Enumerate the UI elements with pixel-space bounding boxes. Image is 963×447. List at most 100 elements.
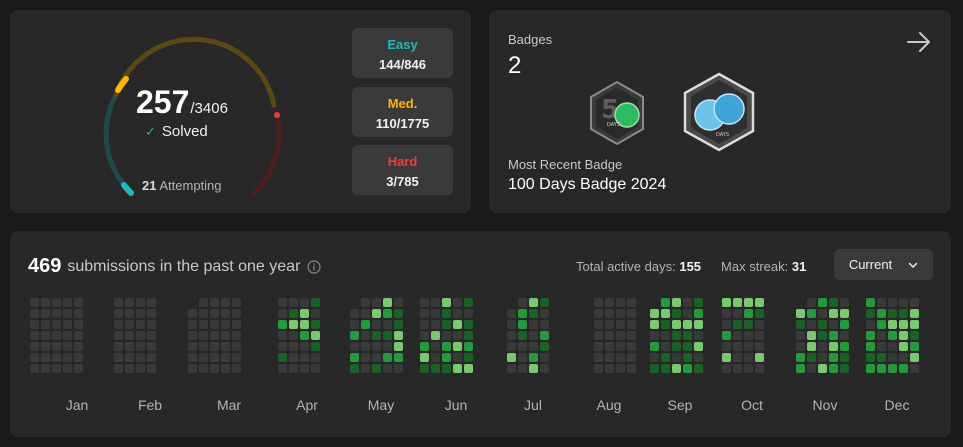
heatmap-cell[interactable] (125, 353, 134, 362)
heatmap-cell[interactable] (199, 353, 208, 362)
heatmap-cell[interactable] (694, 331, 703, 340)
heatmap-cell[interactable] (361, 342, 370, 351)
heatmap-cell[interactable] (877, 331, 886, 340)
heatmap-cell[interactable] (910, 353, 919, 362)
heatmap-cell[interactable] (136, 364, 145, 373)
heatmap-cell[interactable] (383, 331, 392, 340)
heatmap-cell[interactable] (877, 364, 886, 373)
heatmap-cell[interactable] (278, 320, 287, 329)
heatmap-cell[interactable] (41, 353, 50, 362)
heatmap-cell[interactable] (818, 298, 827, 307)
heatmap-cell[interactable] (594, 331, 603, 340)
heatmap-cell[interactable] (147, 309, 156, 318)
heatmap-cell[interactable] (221, 342, 230, 351)
heatmap-cell[interactable] (744, 298, 753, 307)
heatmap-cell[interactable] (210, 331, 219, 340)
heatmap-cell[interactable] (672, 320, 681, 329)
heatmap-cell[interactable] (30, 342, 39, 351)
heatmap-cell[interactable] (289, 309, 298, 318)
heatmap-cell[interactable] (372, 298, 381, 307)
heatmap-cell[interactable] (289, 353, 298, 362)
heatmap-cell[interactable] (818, 364, 827, 373)
heatmap-cell[interactable] (829, 331, 838, 340)
heatmap-cell[interactable] (289, 331, 298, 340)
heatmap-cell[interactable] (188, 309, 197, 318)
heatmap-cell[interactable] (52, 353, 61, 362)
heatmap-cell[interactable] (796, 320, 805, 329)
heatmap-cell[interactable] (431, 331, 440, 340)
heatmap-cell[interactable] (540, 364, 549, 373)
heatmap-cell[interactable] (818, 309, 827, 318)
heatmap-cell[interactable] (866, 353, 875, 362)
heatmap-cell[interactable] (188, 353, 197, 362)
heatmap-cell[interactable] (605, 298, 614, 307)
heatmap-cell[interactable] (733, 364, 742, 373)
heatmap-cell[interactable] (278, 342, 287, 351)
heatmap-cell[interactable] (829, 320, 838, 329)
heatmap-cell[interactable] (733, 320, 742, 329)
heatmap-cell[interactable] (30, 320, 39, 329)
heatmap-cell[interactable] (605, 364, 614, 373)
heatmap-cell[interactable] (733, 353, 742, 362)
heatmap-cell[interactable] (147, 342, 156, 351)
heatmap-cell[interactable] (350, 342, 359, 351)
heatmap-cell[interactable] (888, 331, 897, 340)
heatmap-cell[interactable] (605, 320, 614, 329)
heatmap-cell[interactable] (744, 353, 753, 362)
heatmap-cell[interactable] (350, 353, 359, 362)
heatmap-cell[interactable] (147, 331, 156, 340)
heatmap-cell[interactable] (431, 364, 440, 373)
heatmap-cell[interactable] (683, 309, 692, 318)
heatmap-cell[interactable] (807, 309, 816, 318)
heatmap-cell[interactable] (188, 364, 197, 373)
heatmap-cell[interactable] (63, 342, 72, 351)
heatmap-cell[interactable] (683, 331, 692, 340)
heatmap-cell[interactable] (52, 309, 61, 318)
heatmap-cell[interactable] (289, 320, 298, 329)
heatmap-cell[interactable] (829, 309, 838, 318)
heatmap-cell[interactable] (910, 298, 919, 307)
heatmap-cell[interactable] (41, 320, 50, 329)
heatmap-cell[interactable] (694, 353, 703, 362)
heatmap-cell[interactable] (125, 331, 134, 340)
heatmap-cell[interactable] (755, 364, 764, 373)
heatmap-cell[interactable] (722, 342, 731, 351)
heatmap-cell[interactable] (594, 298, 603, 307)
heatmap-cell[interactable] (30, 353, 39, 362)
heatmap-cell[interactable] (125, 309, 134, 318)
hard-difficulty-box[interactable]: Hard 3/785 (352, 145, 453, 195)
heatmap-cell[interactable] (888, 342, 897, 351)
heatmap-cell[interactable] (840, 320, 849, 329)
heatmap-cell[interactable] (755, 342, 764, 351)
heatmap-cell[interactable] (807, 320, 816, 329)
heatmap-cell[interactable] (74, 364, 83, 373)
heatmap-cell[interactable] (829, 298, 838, 307)
heatmap-cell[interactable] (672, 342, 681, 351)
heatmap-cell[interactable] (744, 320, 753, 329)
heatmap-cell[interactable] (289, 364, 298, 373)
heatmap-cell[interactable] (361, 320, 370, 329)
heatmap-cell[interactable] (114, 320, 123, 329)
heatmap-cell[interactable] (300, 320, 309, 329)
heatmap-cell[interactable] (744, 342, 753, 351)
medium-difficulty-box[interactable]: Med. 110/1775 (352, 87, 453, 137)
heatmap-cell[interactable] (507, 353, 516, 362)
heatmap-cell[interactable] (63, 353, 72, 362)
heatmap-cell[interactable] (136, 342, 145, 351)
heatmap-cell[interactable] (807, 364, 816, 373)
heatmap-cell[interactable] (888, 364, 897, 373)
heatmap-cell[interactable] (796, 353, 805, 362)
heatmap-cell[interactable] (683, 298, 692, 307)
heatmap-cell[interactable] (394, 320, 403, 329)
heatmap-cell[interactable] (910, 331, 919, 340)
heatmap-cell[interactable] (453, 353, 462, 362)
heatmap-cell[interactable] (518, 364, 527, 373)
heatmap-cell[interactable] (910, 309, 919, 318)
heatmap-cell[interactable] (829, 342, 838, 351)
heatmap-cell[interactable] (627, 353, 636, 362)
heatmap-cell[interactable] (616, 331, 625, 340)
heatmap-cell[interactable] (650, 364, 659, 373)
heatmap-cell[interactable] (722, 309, 731, 318)
heatmap-cell[interactable] (361, 298, 370, 307)
heatmap-cell[interactable] (431, 320, 440, 329)
